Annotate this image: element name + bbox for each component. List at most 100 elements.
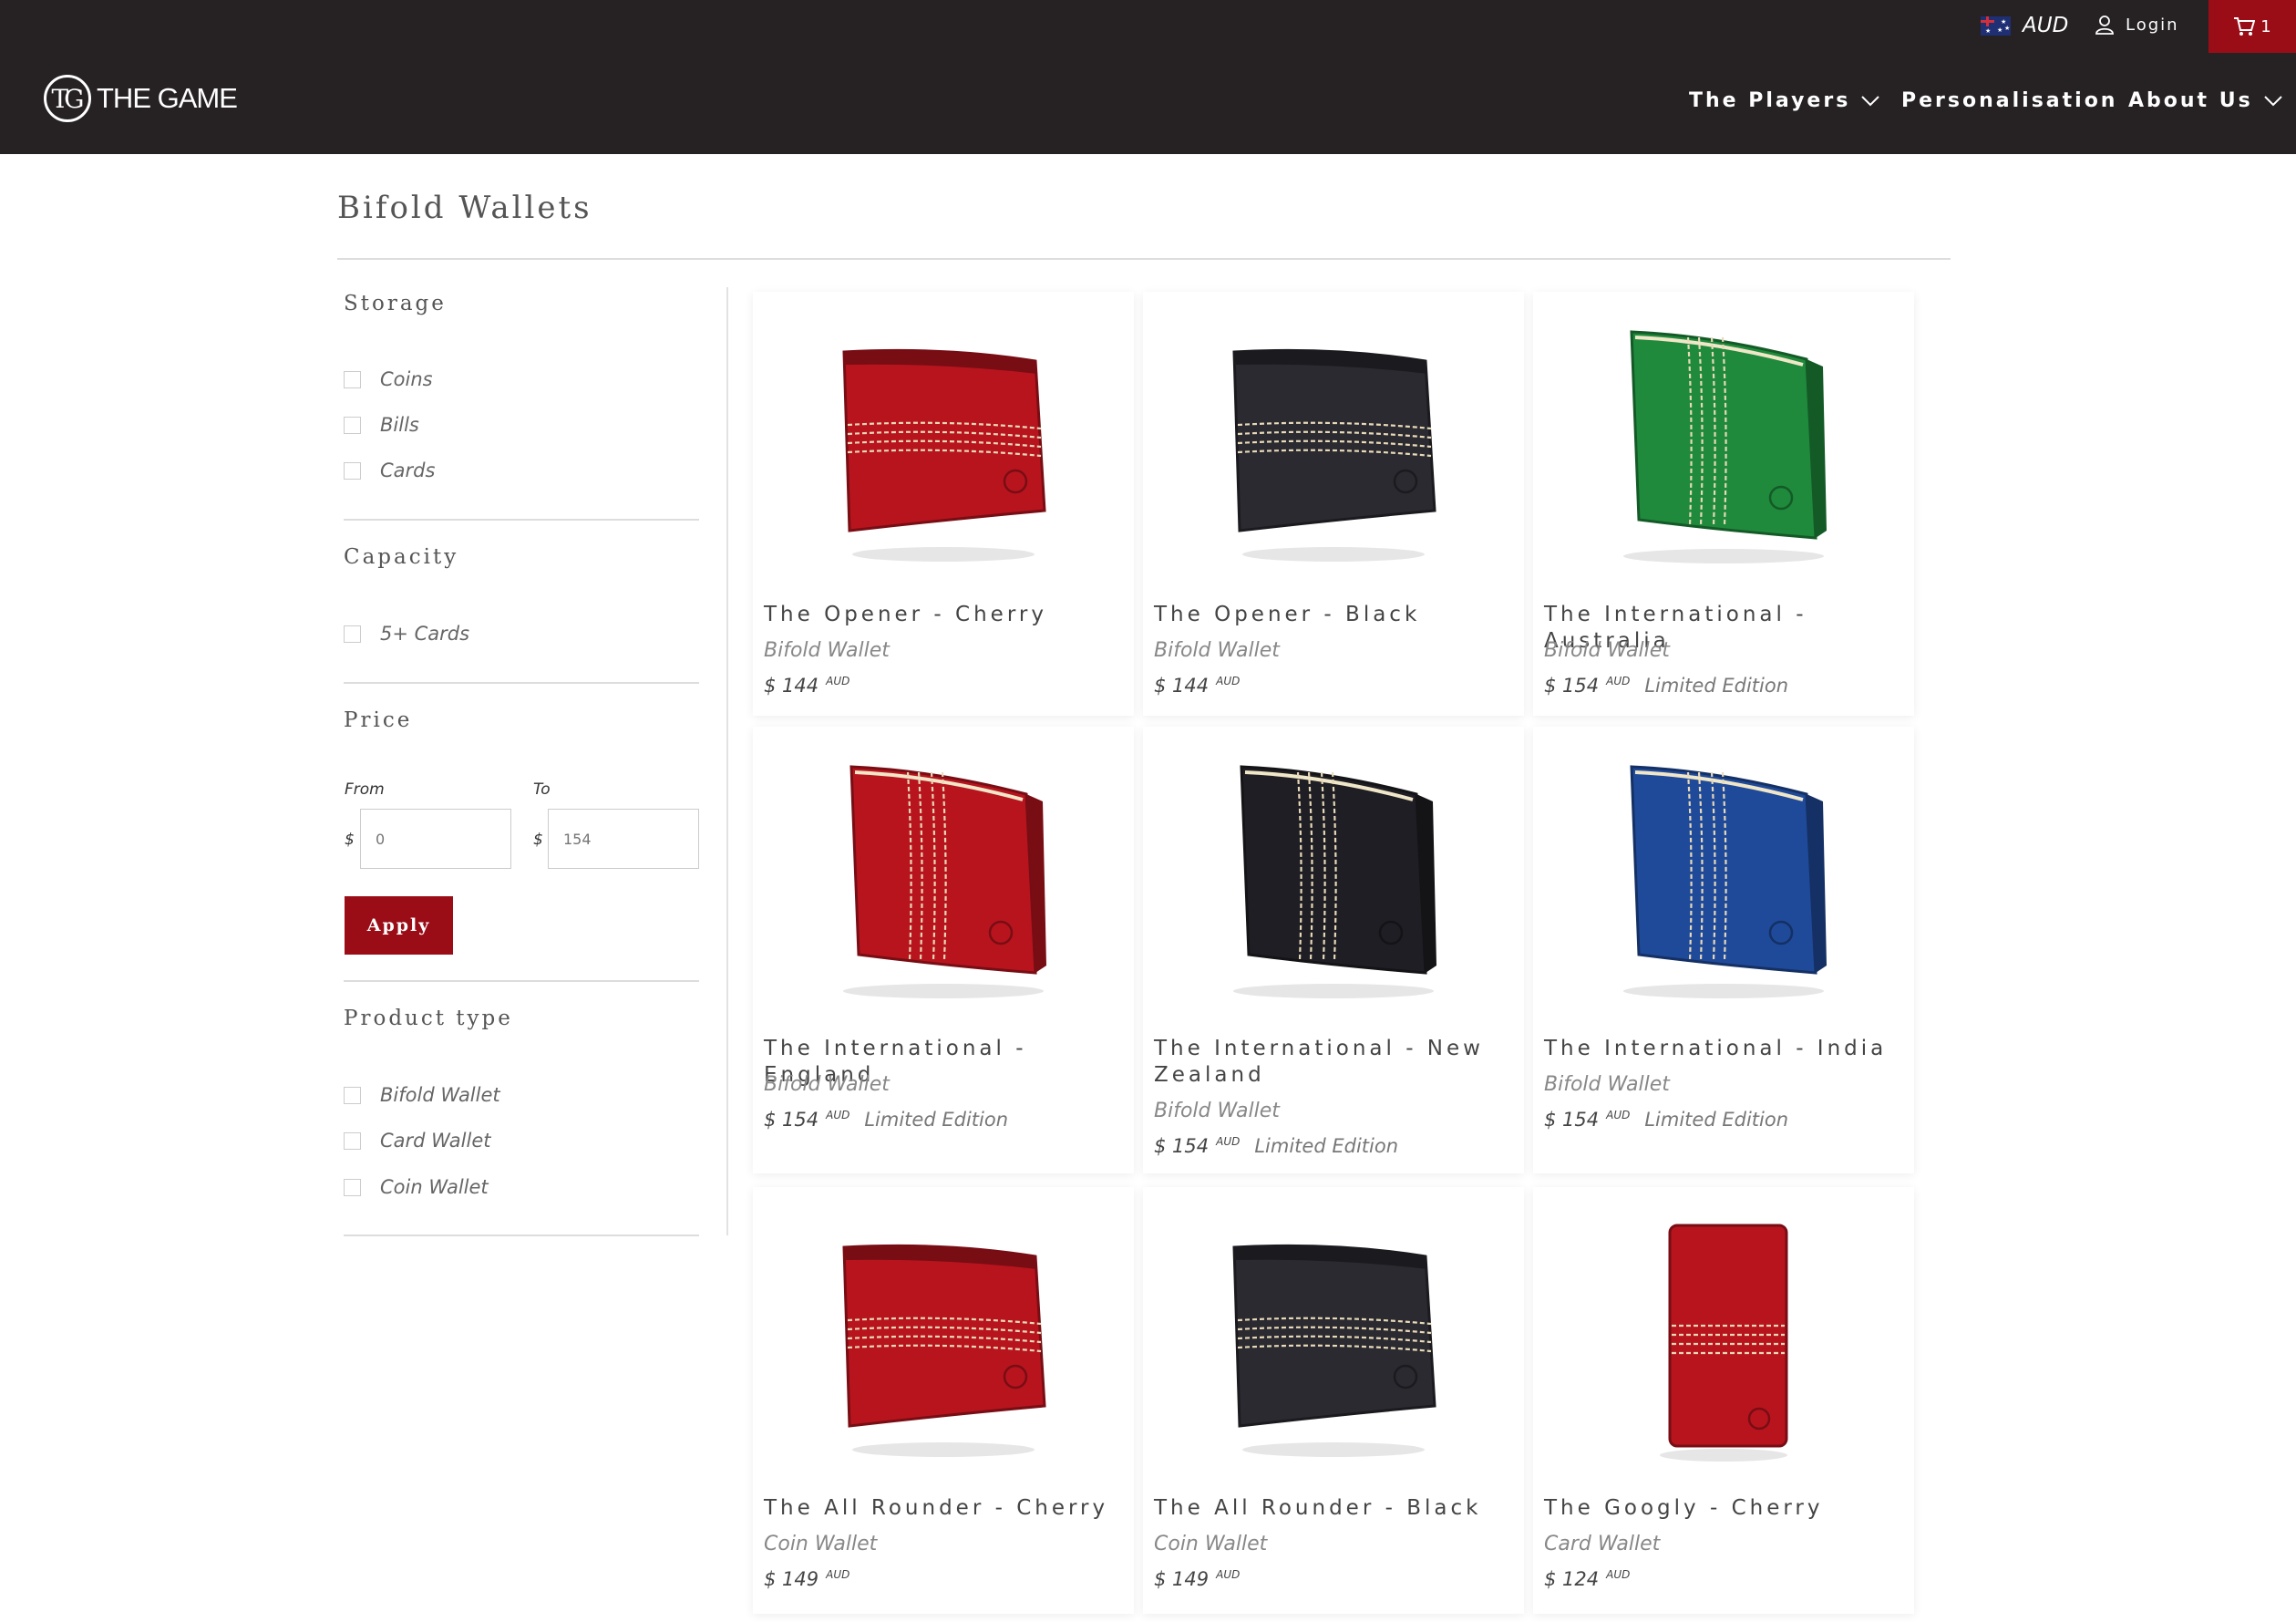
product-name[interactable]: The All Rounder - Black [1154, 1495, 1519, 1522]
price-to-label: To [533, 780, 551, 799]
option-label: Bifold Wallet [380, 1084, 500, 1106]
price-amount: $ 154 [1544, 675, 1600, 697]
option-label: Coins [380, 368, 433, 390]
filter-option-coins[interactable]: Coins [344, 367, 433, 392]
cart-count: 1 [2260, 16, 2271, 36]
product-name[interactable]: The International - India [1544, 1036, 1909, 1062]
currency-symbol: $ [533, 831, 543, 849]
product-image[interactable] [1533, 1187, 1914, 1470]
checkbox[interactable] [344, 461, 361, 480]
australia-flag-icon: ★ ★ ★ ★ [1981, 15, 2011, 36]
product-type: Bifold Wallet [764, 1073, 890, 1096]
checkbox[interactable] [344, 370, 361, 388]
option-label: Card Wallet [380, 1130, 491, 1152]
checkbox[interactable] [344, 416, 361, 434]
product-card[interactable]: The Googly - Cherry Card Wallet $ 124 AU… [1533, 1187, 1914, 1614]
product-price: $ 149 AUD [1154, 1568, 1254, 1590]
price-amount: $ 149 [1154, 1568, 1210, 1590]
product-card[interactable]: The International - India Bifold Wallet … [1533, 727, 1914, 1173]
cart-button[interactable]: 1 [2208, 0, 2296, 53]
checkbox[interactable] [344, 1178, 361, 1196]
product-name[interactable]: The Opener - Black [1154, 602, 1519, 628]
login-link[interactable]: Login [2095, 11, 2179, 38]
product-name[interactable]: The Googly - Cherry [1544, 1495, 1909, 1522]
price-amount: $ 144 [764, 675, 819, 697]
product-price: $ 144 AUD [1154, 675, 1254, 697]
price-amount: $ 149 [764, 1568, 819, 1590]
product-name[interactable]: The Opener - Cherry [764, 602, 1128, 628]
price-amount: $ 144 [1154, 675, 1210, 697]
logo-monogram: TG [44, 75, 91, 122]
product-image[interactable] [1143, 292, 1524, 574]
product-card[interactable]: The Opener - Black Bifold Wallet $ 144 A… [1143, 292, 1524, 716]
site-header: ★ ★ ★ ★ AUD Login 1 TG THE GAME The Play… [0, 0, 2296, 154]
product-card[interactable]: The International - New Zealand Bifold W… [1143, 727, 1524, 1173]
product-type: Bifold Wallet [1544, 639, 1670, 662]
product-name[interactable]: The International - New Zealand [1154, 1036, 1519, 1089]
filter-option-bifold-wallet[interactable]: Bifold Wallet [344, 1082, 500, 1108]
filter-option-bills[interactable]: Bills [344, 412, 419, 438]
product-image[interactable] [753, 1187, 1134, 1470]
product-price: $ 154 AUD Limited Edition [1154, 1135, 1398, 1157]
price-to-input[interactable] [548, 809, 699, 869]
product-image[interactable] [1533, 727, 1914, 1009]
edition-badge: Limited Edition [864, 1109, 1009, 1131]
nav-label: The Players [1689, 89, 1851, 112]
nav-label: Personalisation [1901, 89, 2118, 112]
cart-icon [2234, 17, 2256, 36]
filter-heading-price: Price [344, 708, 413, 732]
currency-selector[interactable]: ★ ★ ★ ★ AUD [1981, 12, 2068, 39]
product-image[interactable] [753, 727, 1134, 1009]
checkbox[interactable] [344, 1086, 361, 1104]
filter-heading-capacity: Capacity [344, 545, 459, 569]
option-label: Coin Wallet [380, 1176, 489, 1198]
chevron-down-icon [1861, 95, 1880, 106]
product-image[interactable] [1143, 1187, 1524, 1470]
filter-heading-product-type: Product type [344, 1007, 513, 1030]
checkbox[interactable] [344, 1131, 361, 1150]
product-image[interactable] [753, 292, 1134, 574]
apply-button[interactable]: Apply [345, 896, 453, 955]
page-title: Bifold Wallets [337, 190, 592, 226]
nav-about-us[interactable]: About Us [2128, 89, 2282, 112]
price-from-label: From [345, 780, 385, 799]
site-logo[interactable]: TG THE GAME [44, 75, 238, 122]
product-name[interactable]: The All Rounder - Cherry [764, 1495, 1128, 1522]
product-price: $ 154 AUD Limited Edition [1544, 675, 1788, 697]
filter-option-cards[interactable]: Cards [344, 458, 435, 483]
price-amount: $ 124 [1544, 1568, 1600, 1590]
product-type: Bifold Wallet [1154, 1100, 1280, 1122]
filter-option-card-wallet[interactable]: Card Wallet [344, 1128, 490, 1153]
currency-symbol: $ [345, 831, 355, 849]
product-card[interactable]: The International - Australia Bifold Wal… [1533, 292, 1914, 716]
filter-option-5-plus-cards[interactable]: 5+ Cards [344, 621, 469, 646]
product-card[interactable]: The International - England Bifold Walle… [753, 727, 1134, 1173]
price-amount: $ 154 [764, 1109, 819, 1131]
filter-option-coin-wallet[interactable]: Coin Wallet [344, 1174, 489, 1200]
price-currency: AUD [826, 1568, 850, 1581]
nav-label: About Us [2128, 89, 2253, 112]
checkbox[interactable] [344, 625, 361, 643]
edition-badge: Limited Edition [1644, 1109, 1789, 1131]
product-card[interactable]: The All Rounder - Black Coin Wallet $ 14… [1143, 1187, 1524, 1614]
price-currency: AUD [826, 1109, 850, 1121]
login-label: Login [2126, 15, 2179, 35]
product-price: $ 124 AUD [1544, 1568, 1644, 1590]
product-type: Bifold Wallet [1544, 1073, 1670, 1096]
product-card[interactable]: The Opener - Cherry Bifold Wallet $ 144 … [753, 292, 1134, 716]
price-currency: AUD [1606, 675, 1631, 687]
product-price: $ 144 AUD [764, 675, 864, 697]
price-currency: AUD [1606, 1568, 1631, 1581]
sidebar-divider [726, 287, 728, 1235]
nav-personalisation[interactable]: Personalisation [1901, 89, 2117, 112]
product-card[interactable]: The All Rounder - Cherry Coin Wallet $ 1… [753, 1187, 1134, 1614]
product-image[interactable] [1143, 727, 1524, 1009]
price-currency: AUD [826, 675, 850, 687]
price-from-input[interactable] [360, 809, 511, 869]
price-currency: AUD [1216, 1568, 1241, 1581]
option-label: Cards [380, 460, 436, 481]
edition-badge: Limited Edition [1644, 675, 1789, 697]
nav-the-players[interactable]: The Players [1689, 89, 1880, 112]
product-image[interactable] [1533, 292, 1914, 574]
product-price: $ 149 AUD [764, 1568, 864, 1590]
